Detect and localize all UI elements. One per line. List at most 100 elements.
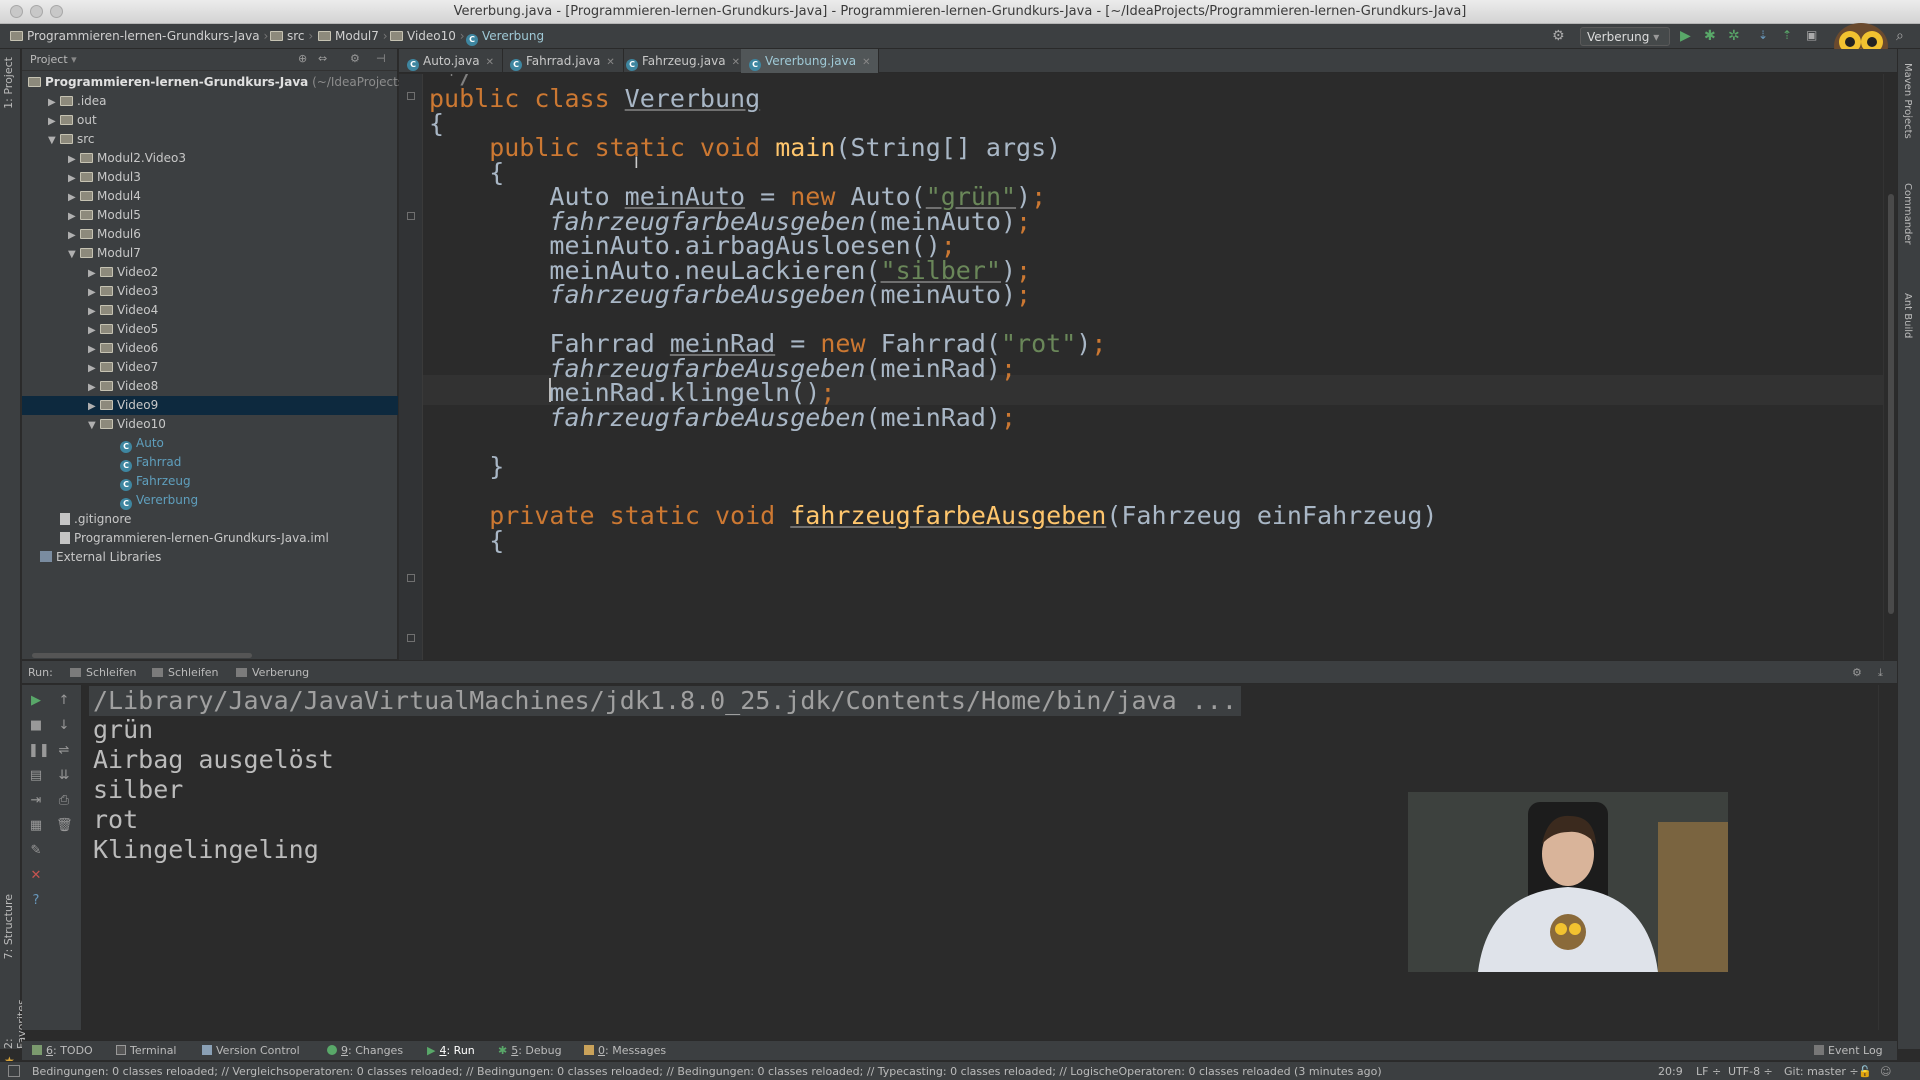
tab-fahrrad-java[interactable]: C Fahrrad.java ✕ [502, 49, 624, 73]
run-icon[interactable]: ▶ [1680, 28, 1691, 44]
collapsed-arrow-icon[interactable]: ▶ [88, 397, 100, 416]
settings-gear-icon[interactable]: ⚙ [350, 52, 360, 65]
hide-panel-icon[interactable]: ⊣ [376, 52, 386, 65]
vcs-commit-icon[interactable]: ⇡ [1782, 28, 1792, 42]
layout-icon[interactable]: ▦ [28, 818, 44, 833]
run-tab-verberung[interactable]: Verberung [236, 666, 309, 679]
clear-all-icon[interactable]: 🗑 [56, 818, 73, 833]
editor-scrollbar[interactable] [1883, 74, 1897, 660]
breadcrumb-project[interactable]: Programmieren-lernen-Grundkurs-Java › [10, 29, 268, 43]
file-encoding[interactable]: UTF-8 ÷ [1728, 1065, 1773, 1078]
tree-item-video6[interactable]: ▶ Video6 [22, 339, 398, 358]
collapse-all-icon[interactable]: ⇔ [318, 52, 327, 65]
coverage-icon[interactable]: ✲ [1728, 28, 1740, 44]
status-message[interactable]: Bedingungen: 0 classes reloaded; // Verg… [32, 1065, 1382, 1078]
tree-item-external-libraries[interactable]: External Libraries [22, 548, 398, 567]
stop-icon[interactable]: ■ [28, 718, 44, 733]
maven-projects-tab[interactable]: Maven Projects [1902, 63, 1913, 139]
hide-run-panel-icon[interactable]: ⤓ [1878, 666, 1883, 680]
ant-build-tab[interactable]: Ant Build [1902, 293, 1913, 338]
pause-icon[interactable]: ❚❚ [28, 743, 50, 758]
messages-tool-button[interactable]: 0: Messages [584, 1044, 666, 1057]
project-view-select[interactable]: Project ▾ [30, 53, 77, 66]
tree-item-modul7[interactable]: ▼ Modul7 [22, 244, 398, 263]
close-tab-icon[interactable]: ✕ [606, 57, 614, 68]
print-icon[interactable]: ⎙ [56, 793, 72, 808]
tree-item-video8[interactable]: ▶ Video8 [22, 377, 398, 396]
toggle-tool-windows-icon[interactable] [8, 1065, 20, 1077]
read-only-lock-icon[interactable]: 🔓 [1858, 1065, 1872, 1078]
tree-item-out[interactable]: ▶ out [22, 111, 398, 130]
close-run-icon[interactable]: ✕ [28, 868, 44, 883]
structure-tool-tab[interactable]: 7: Structure [2, 894, 15, 959]
breadcrumb-modul7[interactable]: Modul7 › [318, 29, 388, 43]
tree-item-video10[interactable]: ▼ Video10 [22, 415, 398, 434]
exit-icon[interactable]: ⇥ [28, 793, 44, 808]
inspection-profile-icon[interactable]: ☺ [1880, 1065, 1891, 1078]
collapsed-arrow-icon[interactable]: ▶ [88, 283, 100, 302]
breadcrumb-video10[interactable]: Video10 › [390, 29, 465, 43]
collapsed-arrow-icon[interactable]: ▶ [48, 93, 60, 112]
fold-marker[interactable] [407, 92, 415, 100]
collapsed-arrow-icon[interactable]: ▶ [88, 321, 100, 340]
code-editor[interactable]: */ public class Vererbung { public stati… [399, 74, 1897, 660]
rerun-icon[interactable]: ▶ [28, 693, 44, 708]
fold-marker[interactable] [407, 574, 415, 582]
collapsed-arrow-icon[interactable]: ▶ [88, 302, 100, 321]
tree-item-video9[interactable]: ▶ Video9 [22, 396, 398, 415]
tree-item-modul4[interactable]: ▶ Modul4 [22, 187, 398, 206]
tree-item-fahrzeug[interactable]: C Fahrzeug [22, 472, 398, 491]
search-everywhere-icon[interactable]: ⌕ [1896, 28, 1904, 44]
tab-fahrzeug-java[interactable]: C Fahrzeug.java ✕ [618, 49, 749, 73]
tree-item-video5[interactable]: ▶ Video5 [22, 320, 398, 339]
collapsed-arrow-icon[interactable]: ▶ [88, 340, 100, 359]
tree-item-modul5[interactable]: ▶ Modul5 [22, 206, 398, 225]
collapsed-arrow-icon[interactable]: ▶ [68, 150, 80, 169]
changes-tool-button[interactable]: 9: Changes [327, 1044, 403, 1057]
run-tab-schleifen-2[interactable]: Schleifen [152, 666, 219, 679]
scroll-to-end-icon[interactable]: ⇊ [56, 768, 72, 783]
dump-threads-icon[interactable]: ▤ [28, 768, 44, 783]
collapsed-arrow-icon[interactable]: ▶ [68, 188, 80, 207]
tree-item-vererbung[interactable]: C Vererbung [22, 491, 398, 510]
pin-icon[interactable]: ✎ [28, 843, 44, 858]
tree-item-gitignore[interactable]: .gitignore [22, 510, 398, 529]
tab-vererbung-java[interactable]: C Vererbung.java ✕ [741, 49, 880, 73]
tree-item-modul2-video3[interactable]: ▶ Modul2.Video3 [22, 149, 398, 168]
collapsed-arrow-icon[interactable]: ▶ [88, 264, 100, 283]
scroll-down-icon[interactable]: ↓ [56, 718, 72, 733]
tree-item-video4[interactable]: ▶ Video4 [22, 301, 398, 320]
tree-item-modul3[interactable]: ▶ Modul3 [22, 168, 398, 187]
tree-root[interactable]: Programmieren-lernen-Grundkurs-Java (~/I… [22, 73, 415, 92]
close-tab-icon[interactable]: ✕ [732, 57, 740, 68]
close-tab-icon[interactable]: ✕ [862, 57, 870, 68]
expanded-arrow-icon[interactable]: ▼ [68, 245, 80, 264]
fold-marker[interactable] [407, 634, 415, 642]
expanded-arrow-icon[interactable]: ▼ [88, 416, 100, 435]
run-configuration-select[interactable]: Verberung ▾ [1580, 27, 1670, 46]
tree-item-modul6[interactable]: ▶ Modul6 [22, 225, 398, 244]
tab-auto-java[interactable]: C Auto.java ✕ [399, 49, 503, 73]
tree-item-auto[interactable]: C Auto [22, 434, 398, 453]
git-branch[interactable]: Git: master ÷ [1784, 1065, 1859, 1078]
breadcrumb-src[interactable]: src › [270, 29, 313, 43]
debug-tool-button[interactable]: ✱ 5: Debug [498, 1044, 562, 1057]
caret-position[interactable]: 20:9 [1658, 1065, 1683, 1078]
tree-item-fahrrad[interactable]: C Fahrrad [22, 453, 398, 472]
vcs-update-icon[interactable]: ⇣ [1758, 28, 1768, 42]
scroll-from-source-icon[interactable]: ⊕ [298, 52, 307, 65]
close-tab-icon[interactable]: ✕ [486, 57, 494, 68]
console-scrollbar[interactable] [1878, 685, 1897, 1030]
collapsed-arrow-icon[interactable]: ▶ [88, 359, 100, 378]
run-settings-gear-icon[interactable]: ⚙ [1852, 666, 1862, 679]
project-tool-tab[interactable]: 1: Project [2, 57, 15, 109]
tree-item-video2[interactable]: ▶ Video2 [22, 263, 398, 282]
fold-marker[interactable] [407, 212, 415, 220]
collapsed-arrow-icon[interactable]: ▶ [68, 226, 80, 245]
build-project-icon[interactable]: ⚙ [1552, 28, 1565, 44]
collapsed-arrow-icon[interactable]: ▶ [68, 207, 80, 226]
run-tab-schleifen[interactable]: Schleifen [70, 666, 137, 679]
debug-icon[interactable]: ✱ [1704, 28, 1716, 44]
collapsed-arrow-icon[interactable]: ▶ [48, 112, 60, 131]
run-tool-button[interactable]: ▶ 4: Run [427, 1044, 475, 1057]
